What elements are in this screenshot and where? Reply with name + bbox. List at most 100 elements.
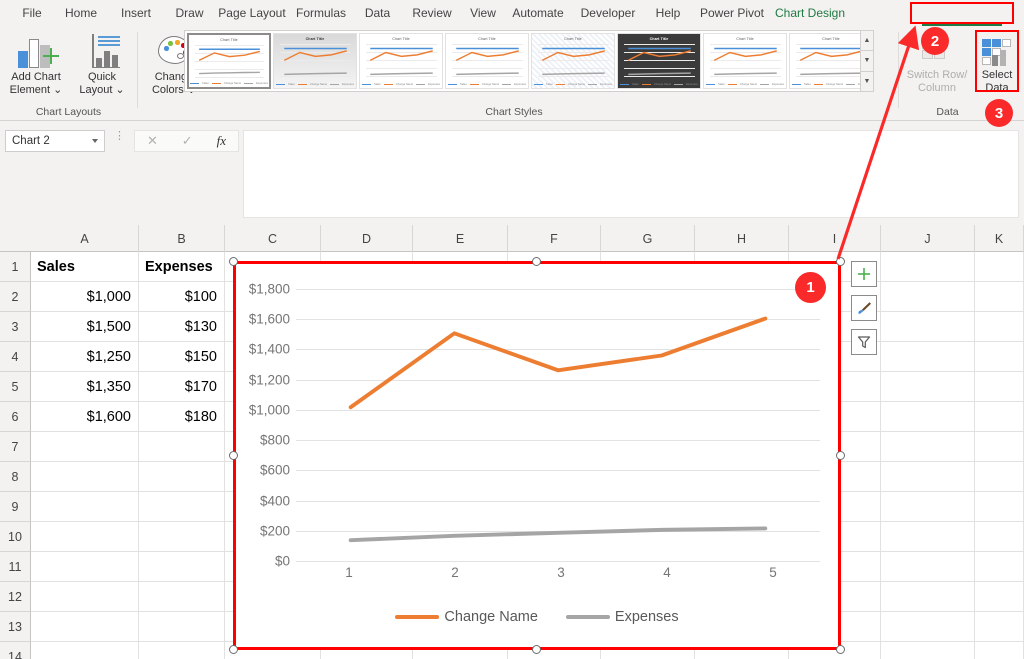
chart-style-thumbnail[interactable]: Chart Title SalesChange NameExpenses bbox=[703, 33, 787, 89]
row-header-11[interactable]: 11 bbox=[0, 552, 31, 582]
chart-handle-sw[interactable] bbox=[229, 645, 238, 654]
ribbon-tab-help[interactable]: Help bbox=[647, 0, 689, 26]
chart-handle-s[interactable] bbox=[532, 645, 541, 654]
row-header-3[interactable]: 3 bbox=[0, 312, 31, 342]
chart-legend[interactable]: Change Name Expenses bbox=[236, 609, 838, 625]
cell-A5[interactable]: $1,350 bbox=[31, 372, 139, 402]
row-header-2[interactable]: 2 bbox=[0, 282, 31, 312]
ribbon-tab-page-layout[interactable]: Page Layout bbox=[217, 0, 287, 26]
cell-J7[interactable] bbox=[881, 432, 975, 462]
cell-A12[interactable] bbox=[31, 582, 139, 612]
cell-J14[interactable] bbox=[881, 642, 975, 659]
cell-A6[interactable]: $1,600 bbox=[31, 402, 139, 432]
ribbon-tab-review[interactable]: Review bbox=[407, 0, 457, 26]
enter-icon[interactable]: ✓ bbox=[182, 133, 193, 149]
row-header-10[interactable]: 10 bbox=[0, 522, 31, 552]
column-header-G[interactable]: G bbox=[601, 225, 695, 252]
column-header-D[interactable]: D bbox=[321, 225, 413, 252]
cell-B7[interactable] bbox=[139, 432, 225, 462]
column-header-C[interactable]: C bbox=[225, 225, 321, 252]
cell-K9[interactable] bbox=[975, 492, 1024, 522]
add-chart-element-button[interactable]: Add Chart Element ⌄ bbox=[4, 30, 68, 102]
cell-A4[interactable]: $1,250 bbox=[31, 342, 139, 372]
cell-B8[interactable] bbox=[139, 462, 225, 492]
cell-B13[interactable] bbox=[139, 612, 225, 642]
chart-handle-e[interactable] bbox=[836, 451, 845, 460]
column-header-H[interactable]: H bbox=[695, 225, 789, 252]
cell-J13[interactable] bbox=[881, 612, 975, 642]
ribbon-tab-data[interactable]: Data bbox=[355, 0, 400, 26]
cancel-icon[interactable]: ✕ bbox=[147, 133, 158, 149]
column-header-A[interactable]: A bbox=[31, 225, 139, 252]
row-header-12[interactable]: 12 bbox=[0, 582, 31, 612]
cell-J5[interactable] bbox=[881, 372, 975, 402]
chevron-down-icon[interactable] bbox=[92, 139, 98, 143]
cell-K11[interactable] bbox=[975, 552, 1024, 582]
cell-K13[interactable] bbox=[975, 612, 1024, 642]
ribbon-tab-home[interactable]: Home bbox=[57, 0, 105, 26]
ribbon-tab-chart-design[interactable]: Chart Design bbox=[764, 0, 856, 26]
formula-input[interactable] bbox=[243, 130, 1019, 218]
chart-handle-ne[interactable] bbox=[836, 257, 845, 266]
cell-B14[interactable] bbox=[139, 642, 225, 659]
column-header-F[interactable]: F bbox=[508, 225, 601, 252]
cell-K2[interactable] bbox=[975, 282, 1024, 312]
row-header-7[interactable]: 7 bbox=[0, 432, 31, 462]
row-header-8[interactable]: 8 bbox=[0, 462, 31, 492]
cell-J10[interactable] bbox=[881, 522, 975, 552]
ribbon-tab-file[interactable]: File bbox=[13, 0, 51, 26]
cell-K10[interactable] bbox=[975, 522, 1024, 552]
cell-A3[interactable]: $1,500 bbox=[31, 312, 139, 342]
cell-B1[interactable]: Expenses bbox=[139, 252, 225, 282]
cell-B3[interactable]: $130 bbox=[139, 312, 225, 342]
gallery-scroll-buttons[interactable]: ▲ ▼ ▼ bbox=[860, 30, 874, 92]
cell-K1[interactable] bbox=[975, 252, 1024, 282]
chart-style-thumbnail[interactable]: Chart Title SalesChange NameExpenses bbox=[445, 33, 529, 89]
cell-A8[interactable] bbox=[31, 462, 139, 492]
cell-A1[interactable]: Sales bbox=[31, 252, 139, 282]
cell-J2[interactable] bbox=[881, 282, 975, 312]
cell-B5[interactable]: $170 bbox=[139, 372, 225, 402]
ribbon-tab-automate[interactable]: Automate bbox=[507, 0, 569, 26]
cell-K7[interactable] bbox=[975, 432, 1024, 462]
row-header-13[interactable]: 13 bbox=[0, 612, 31, 642]
cell-J1[interactable] bbox=[881, 252, 975, 282]
cell-K5[interactable] bbox=[975, 372, 1024, 402]
row-header-14[interactable]: 14 bbox=[0, 642, 31, 659]
chart-filters-button[interactable] bbox=[851, 329, 877, 355]
gallery-scroll-down-icon[interactable]: ▼ bbox=[861, 51, 873, 72]
cell-A7[interactable] bbox=[31, 432, 139, 462]
row-header-5[interactable]: 5 bbox=[0, 372, 31, 402]
chart-elements-button[interactable] bbox=[851, 261, 877, 287]
chart-style-thumbnail[interactable]: Chart Title SalesChange NameExpenses bbox=[273, 33, 357, 89]
column-header-K[interactable]: K bbox=[975, 225, 1024, 252]
column-header-J[interactable]: J bbox=[881, 225, 975, 252]
cell-J6[interactable] bbox=[881, 402, 975, 432]
cell-J12[interactable] bbox=[881, 582, 975, 612]
cell-B6[interactable]: $180 bbox=[139, 402, 225, 432]
chart-styles-gallery[interactable]: Chart Title Sales Change Name Expenses Chart… bbox=[184, 30, 874, 92]
chart-handle-nw[interactable] bbox=[229, 257, 238, 266]
cell-K12[interactable] bbox=[975, 582, 1024, 612]
cell-J4[interactable] bbox=[881, 342, 975, 372]
row-header-6[interactable]: 6 bbox=[0, 402, 31, 432]
quick-layout-button[interactable]: Quick Layout ⌄ bbox=[70, 30, 134, 102]
cell-A9[interactable] bbox=[31, 492, 139, 522]
cell-K8[interactable] bbox=[975, 462, 1024, 492]
row-header-9[interactable]: 9 bbox=[0, 492, 31, 522]
chart-style-thumbnail[interactable]: Chart Title SalesChange NameExpenses bbox=[617, 33, 701, 89]
chart-handle-w[interactable] bbox=[229, 451, 238, 460]
cell-K14[interactable] bbox=[975, 642, 1024, 659]
legend-item[interactable]: Change Name bbox=[395, 609, 538, 625]
cell-A2[interactable]: $1,000 bbox=[31, 282, 139, 312]
cell-A14[interactable] bbox=[31, 642, 139, 659]
chart-style-thumbnail[interactable]: Chart Title SalesChange NameExpenses bbox=[187, 33, 271, 89]
gallery-more-icon[interactable]: ▼ bbox=[861, 72, 873, 91]
column-header-E[interactable]: E bbox=[413, 225, 508, 252]
cell-J9[interactable] bbox=[881, 492, 975, 522]
cell-B9[interactable] bbox=[139, 492, 225, 522]
column-header-B[interactable]: B bbox=[139, 225, 225, 252]
cell-J8[interactable] bbox=[881, 462, 975, 492]
cell-B10[interactable] bbox=[139, 522, 225, 552]
cell-K3[interactable] bbox=[975, 312, 1024, 342]
